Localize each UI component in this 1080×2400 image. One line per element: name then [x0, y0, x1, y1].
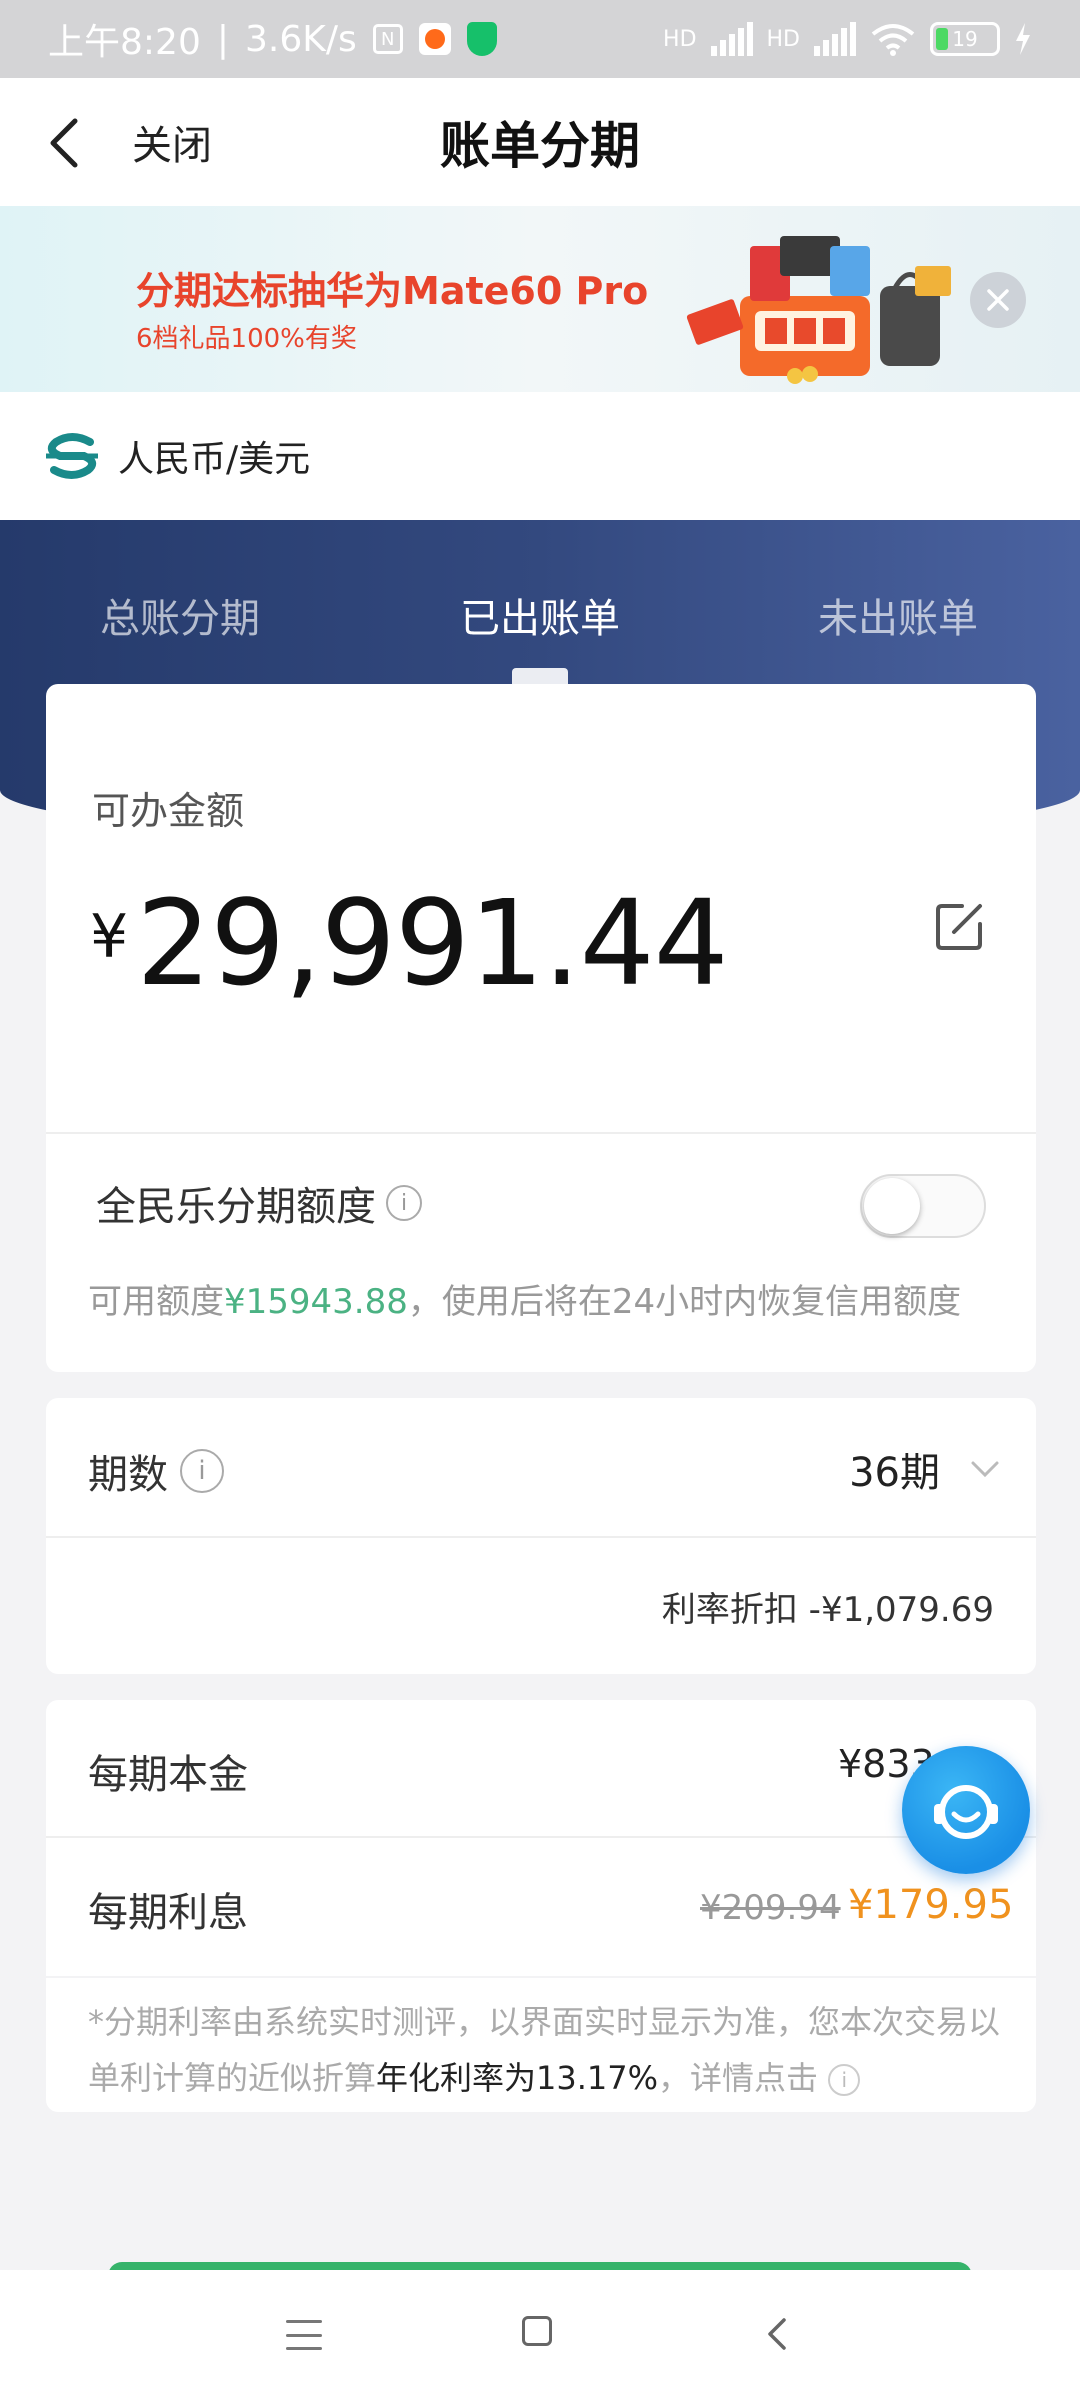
close-icon [987, 289, 1009, 311]
divider [46, 1976, 1036, 1978]
info-icon[interactable]: i [386, 1185, 422, 1221]
term-label: 期数 [88, 1452, 168, 1498]
term-card: 期数 i 36期 利率折扣 -¥1,079.69 [46, 1398, 1036, 1674]
info-icon[interactable]: i [180, 1449, 224, 1493]
currency-row: 人民币/美元 [0, 392, 1080, 520]
quota-label: 全民乐分期额度 [96, 1184, 376, 1230]
term-label-row: 期数 i [88, 1442, 224, 1500]
notification-app-icon [418, 23, 451, 55]
interest-discounted: ¥179.95 [848, 1882, 1014, 1928]
principal-label: 每期本金 [88, 1752, 248, 1798]
interest-original: ¥209.94 [700, 1888, 841, 1928]
menu-icon[interactable] [286, 2320, 322, 2350]
banner-title: 分期达标抽华为Mate60 Pro [136, 269, 649, 313]
currency-label: 人民币/美元 [118, 439, 311, 480]
status-separator: | [216, 18, 229, 60]
close-button[interactable]: 关闭 [132, 113, 212, 171]
term-value: 36期 [849, 1450, 940, 1496]
home-icon[interactable] [522, 2316, 552, 2346]
chevron-down-icon [971, 1461, 999, 1478]
quota-label-row: 全民乐分期额度 i [96, 1174, 422, 1232]
footnote-link-text[interactable]: ，详情点击 [658, 2059, 818, 2097]
toggle-knob [864, 1178, 920, 1234]
status-time: 上午8:20 [48, 22, 201, 63]
banner-close-button[interactable] [970, 272, 1026, 328]
back-button[interactable] [30, 108, 100, 178]
interest-label: 每期利息 [88, 1890, 248, 1936]
info-icon[interactable]: i [828, 2064, 861, 2096]
nfc-icon: N [372, 24, 403, 54]
battery-level: 19 [952, 27, 978, 51]
amount-currency-symbol: ¥ [90, 902, 129, 972]
charging-icon [1016, 23, 1030, 55]
wifi-icon [871, 24, 915, 56]
system-nav-bar [0, 2270, 1080, 2400]
rate-discount: 利率折扣 -¥1,079.69 [661, 1590, 994, 1630]
amount-card: 可办金额 ¥ 29,991.44 全民乐分期额度 i 可用额度¥15943.88… [46, 684, 1036, 1372]
tab-total-bill[interactable]: 总账分期 [100, 586, 260, 644]
headset-icon [934, 1785, 998, 1839]
edit-amount-button[interactable] [932, 898, 988, 954]
tab-billed[interactable]: 已出账单 [460, 586, 620, 644]
divider [46, 1132, 1036, 1134]
per-period-card: 每期本金 ¥833 每期利息 ¥209.94 ¥179.95 *分期利率由系统实… [46, 1700, 1036, 2112]
annual-rate-text: 年化利率为13.17% [376, 2059, 659, 2097]
signal-icon [710, 22, 753, 56]
quota-toggle[interactable] [860, 1174, 986, 1238]
term-selector[interactable]: 36期 [849, 1440, 1000, 1498]
edit-icon [936, 904, 982, 950]
shield-icon [466, 22, 497, 56]
hd-label-2: HD [766, 26, 800, 52]
rate-footnote: *分期利率由系统实时测评，以界面实时显示为准，您本次交易以单利计算的近似折算年化… [88, 1994, 1008, 2106]
chevron-left-icon [50, 118, 78, 168]
amount-value: ¥ 29,991.44 [90, 874, 729, 1012]
quota-available-amount: ¥15943.88 [224, 1282, 408, 1322]
divider [46, 1536, 1036, 1538]
quota-note-suffix: ，使用后将在24小时内恢复信用额度 [407, 1282, 962, 1322]
customer-service-button[interactable] [902, 1746, 1030, 1874]
signal-icon-2 [814, 22, 856, 56]
quota-note-prefix: 可用额度 [88, 1282, 224, 1322]
amount-label: 可办金额 [92, 789, 245, 833]
amount-number: 29,991.44 [136, 874, 729, 1012]
status-speed: 3.6K/s [244, 18, 357, 60]
quota-note: 可用额度¥15943.88，使用后将在24小时内恢复信用额度 [88, 1274, 961, 1323]
divider [46, 1836, 1036, 1838]
gift-illustration [686, 236, 951, 384]
tab-bar: 总账分期 已出账单 未出账单 [0, 520, 1080, 688]
banner-subtitle: 6档礼品100%有奖 [136, 324, 357, 354]
back-nav-icon[interactable] [758, 2314, 798, 2354]
hd-label-1: HD [663, 26, 697, 52]
battery-icon: 19 [930, 22, 1000, 56]
status-bar: 上午8:20 | 3.6K/s N HD HD 19 [0, 0, 1080, 78]
bank-logo-icon [46, 433, 98, 479]
tab-unbilled[interactable]: 未出账单 [818, 586, 978, 644]
nav-bar: 关闭 账单分期 [0, 78, 1080, 206]
promo-banner[interactable]: 分期达标抽华为Mate60 Pro 6档礼品100%有奖 [0, 206, 1080, 392]
